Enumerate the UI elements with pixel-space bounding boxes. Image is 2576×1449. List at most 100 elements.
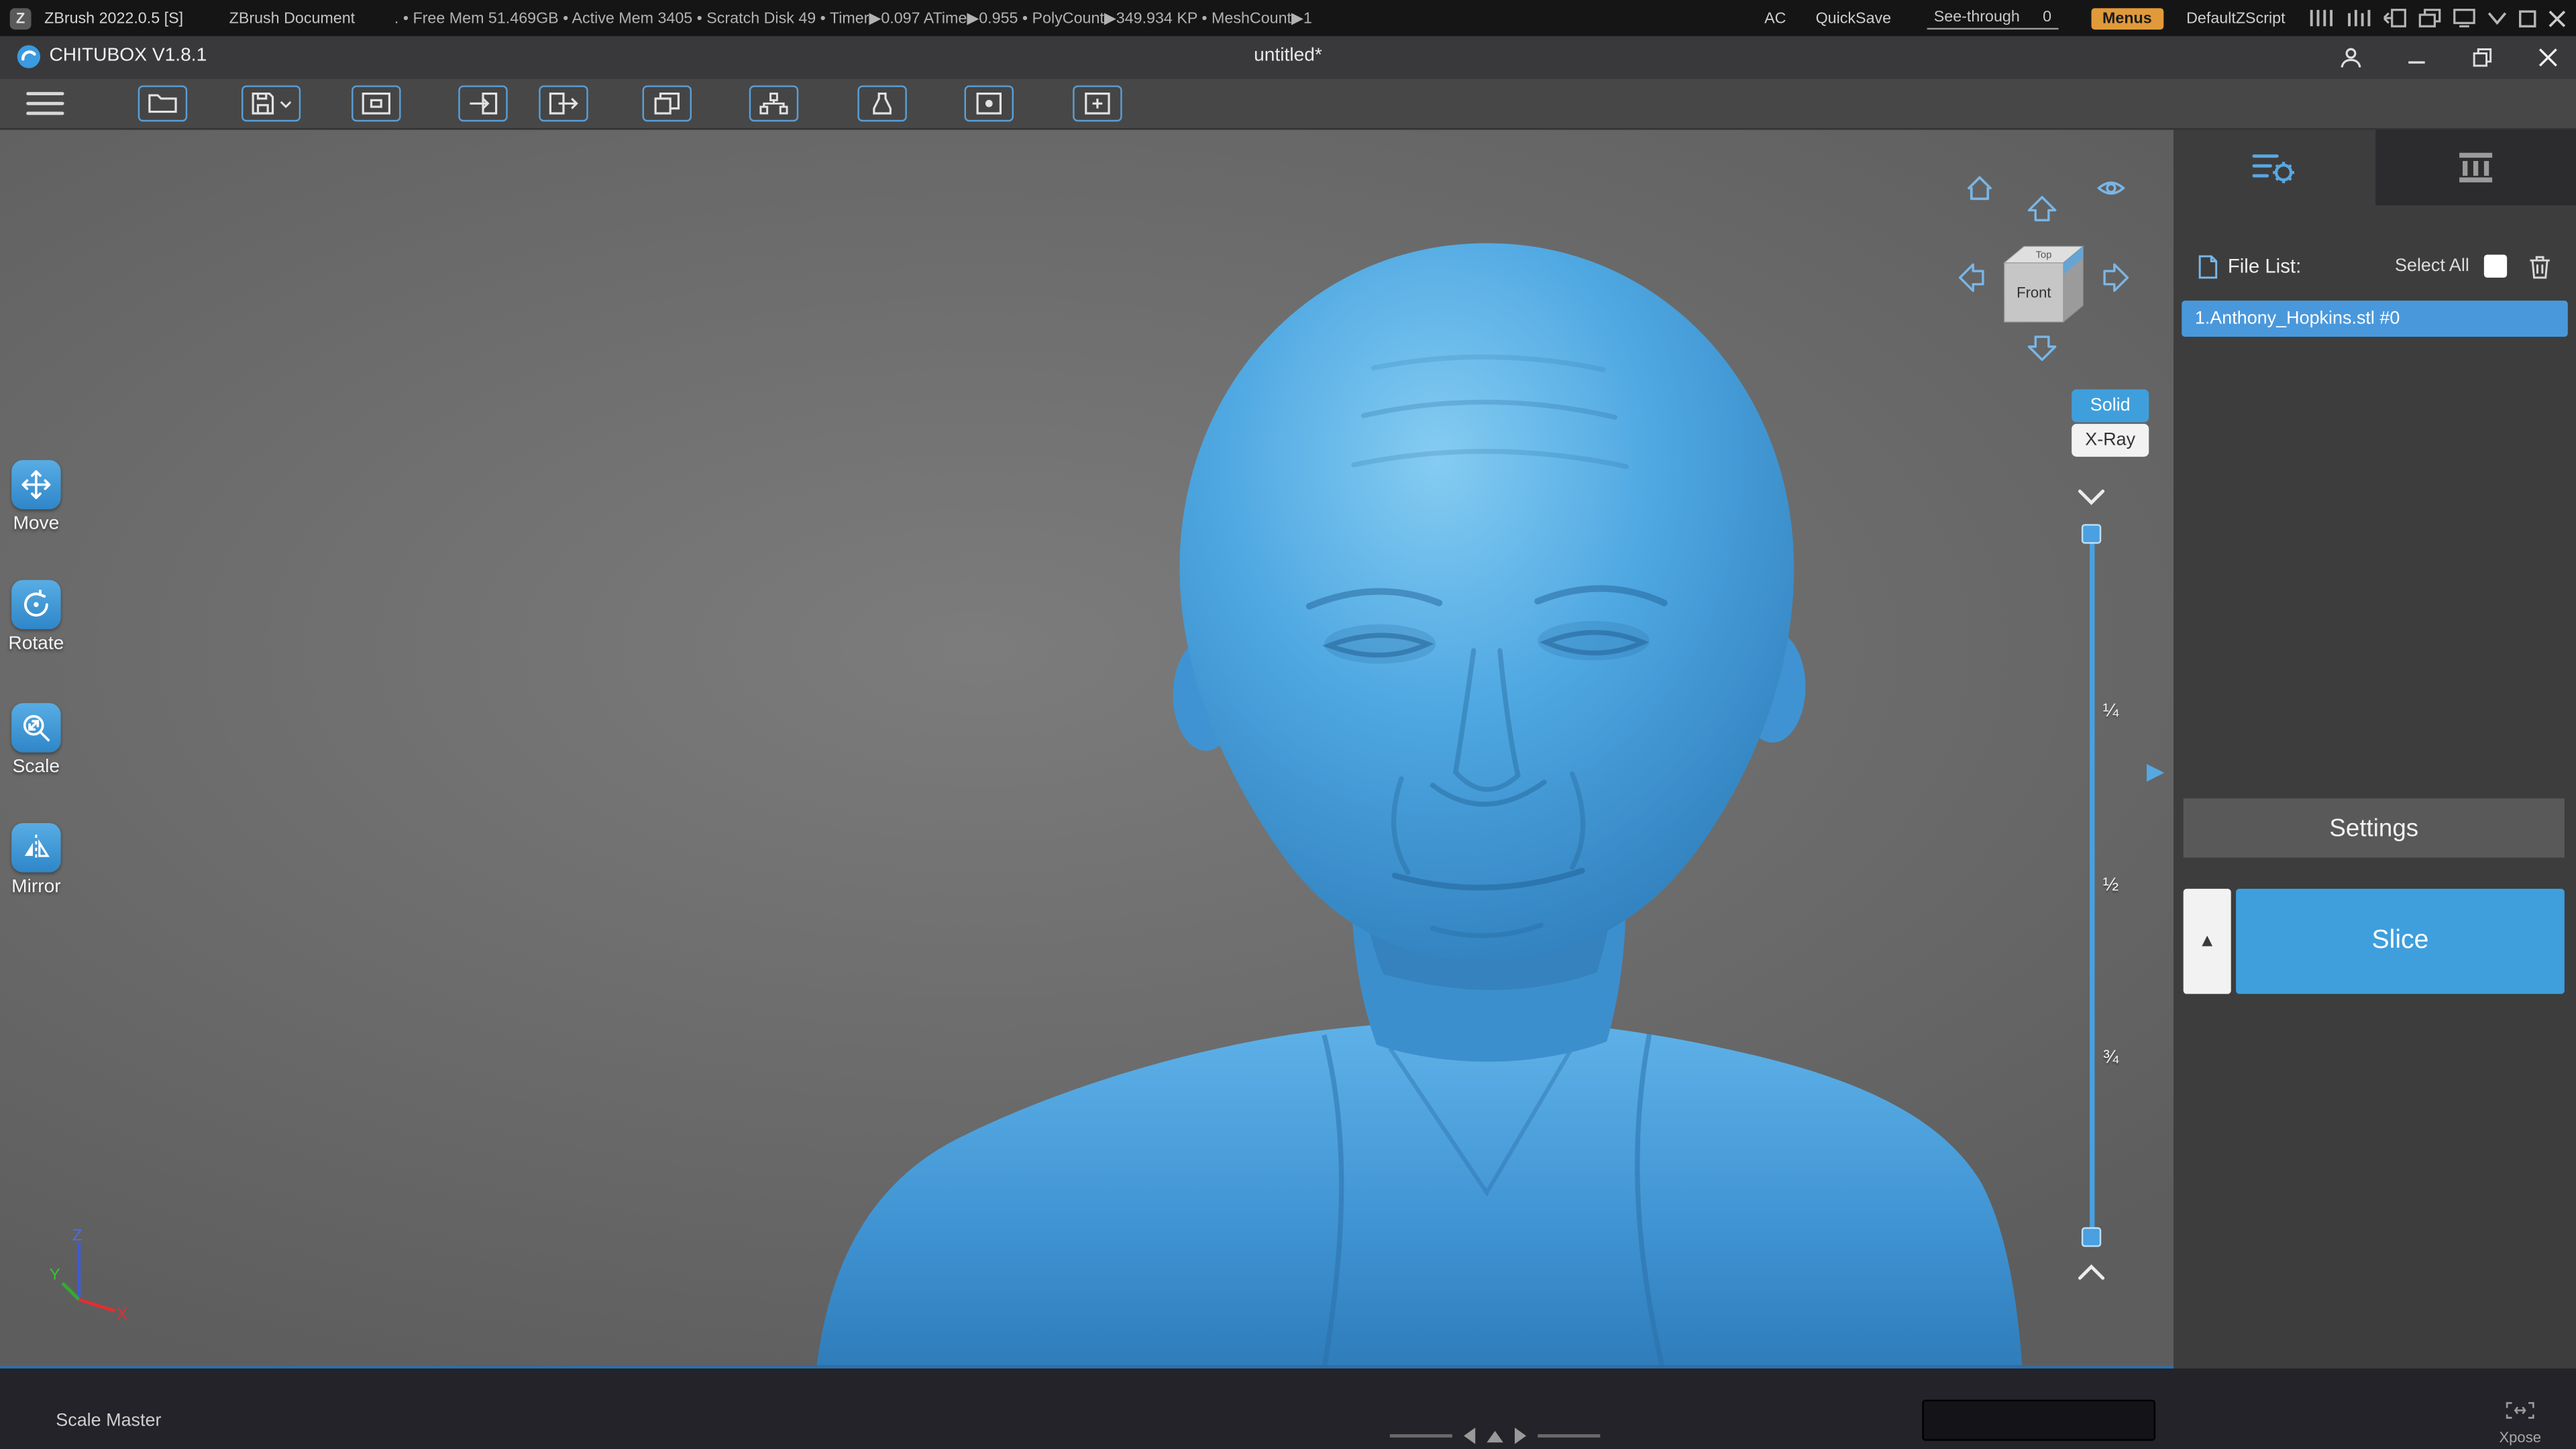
minimize-chevron-icon[interactable] <box>2487 11 2507 25</box>
save-button[interactable] <box>241 85 301 122</box>
layers-icon[interactable] <box>2418 8 2441 28</box>
fit-icon <box>362 92 391 115</box>
rotate-right-arrow-button[interactable] <box>2103 263 2129 292</box>
dig-hole-button[interactable] <box>1073 85 1122 122</box>
slice-preview-slider-track[interactable] <box>2090 533 2095 1240</box>
slice-button[interactable]: Slice <box>2236 888 2565 994</box>
move-icon <box>11 460 61 510</box>
render-mode-solid-button[interactable]: Solid <box>2072 389 2149 423</box>
open-file-button[interactable] <box>138 85 188 122</box>
settings-button[interactable]: Settings <box>2183 798 2565 858</box>
zbrush-app-title: ZBrush 2022.0.5 [S] <box>44 9 184 28</box>
zbrush-titlebar: Z ZBrush 2022.0.5 [S] ZBrush Document . … <box>0 0 2576 36</box>
import-doc-icon[interactable] <box>2383 8 2406 28</box>
view-cube[interactable]: Top Front <box>1998 240 2090 332</box>
tool-move[interactable]: Move <box>0 460 72 534</box>
tool-mirror[interactable]: Mirror <box>0 822 72 898</box>
box-dot-icon <box>976 92 1002 115</box>
window-close-button[interactable] <box>2533 43 2563 72</box>
menus-button[interactable]: Menus <box>2090 7 2163 29</box>
tool-mirror-label: Mirror <box>11 877 61 898</box>
see-through-slider[interactable]: See-through 0 <box>1927 7 2058 29</box>
select-all-checkbox[interactable] <box>2483 254 2508 278</box>
slider-quarter-label: ¼ <box>2102 701 2119 722</box>
undo-button[interactable] <box>458 85 508 122</box>
zbrush-tray-panel <box>1922 1399 2156 1441</box>
copy-icon <box>654 92 680 115</box>
right-panel: File List: Select All 1.Anthony_Hopkins.… <box>2174 128 2576 1369</box>
rotate-left-arrow-button[interactable] <box>1958 263 1984 292</box>
delete-files-button[interactable] <box>2528 254 2551 278</box>
screen: Z ZBrush 2022.0.5 [S] ZBrush Document . … <box>0 0 2576 1449</box>
mirror-icon <box>11 822 61 873</box>
zbrush-bottom-bar: Scale Master Xpose <box>0 1368 2576 1449</box>
zbrush-ac-button[interactable]: AC <box>1764 9 1786 27</box>
slice-settings-icon <box>2253 153 2295 182</box>
monitor-icon[interactable] <box>2453 8 2475 28</box>
view-cube-top-label: Top <box>2036 250 2052 260</box>
zbrush-quicksave-button[interactable]: QuickSave <box>1816 9 1892 27</box>
chitubox-titlebar: CHITUBOX V1.8.1 untitled* <box>0 36 2576 79</box>
home-view-button[interactable] <box>1965 174 1994 203</box>
fit-view-button[interactable] <box>352 85 401 122</box>
view-cube-front-label: Front <box>2017 284 2051 301</box>
bottle-icon <box>873 92 892 115</box>
see-through-value: 0 <box>2043 7 2052 25</box>
menu-button[interactable] <box>26 92 64 115</box>
tray-up-arrow-icon[interactable] <box>1487 1430 1503 1442</box>
tray-divider[interactable] <box>1389 1428 1601 1444</box>
panel-collapse-button[interactable]: ▶ <box>2137 743 2174 798</box>
scale-icon <box>11 703 61 753</box>
main-toolbar <box>0 78 2576 130</box>
tab-support[interactable] <box>2375 128 2576 205</box>
zbrush-stats: . • Free Mem 51.469GB • Active Mem 3405 … <box>394 9 1312 28</box>
perspective-toggle-button[interactable] <box>2096 176 2126 201</box>
copy-button[interactable] <box>642 85 692 122</box>
axis-gizmo: Z Y X <box>49 1226 127 1320</box>
user-icon <box>2341 48 2361 68</box>
account-button[interactable] <box>2336 43 2365 72</box>
resin-button[interactable] <box>857 85 907 122</box>
arrow-into-box-icon <box>470 92 498 115</box>
rotate-down-arrow-button[interactable] <box>2027 335 2057 362</box>
scale-master-label[interactable]: Scale Master <box>56 1411 161 1431</box>
tray-left-arrow-icon[interactable] <box>1464 1428 1476 1444</box>
slider-handle-bottom[interactable] <box>2081 1227 2102 1247</box>
file-list-item[interactable]: 1.Anthony_Hopkins.stl #0 <box>2182 301 2568 337</box>
hollow-button[interactable] <box>964 85 1014 122</box>
window-restore-button[interactable] <box>2467 43 2497 72</box>
tool-scale[interactable]: Scale <box>0 703 72 777</box>
axis-z-label: Z <box>72 1226 83 1244</box>
window-minimize-button[interactable] <box>2402 43 2431 72</box>
tray-line <box>1538 1434 1601 1438</box>
xpose-button[interactable]: Xpose <box>2481 1398 2560 1446</box>
model-anthony-hopkins[interactable] <box>0 128 2174 1368</box>
tablet-pressure-icon-2[interactable] <box>2346 8 2372 28</box>
axis-x-label: X <box>117 1305 127 1320</box>
support-icon <box>2459 152 2492 182</box>
slider-step-up-button[interactable] <box>2077 1263 2106 1283</box>
redo-button[interactable] <box>539 85 588 122</box>
maximize-icon[interactable] <box>2518 9 2536 27</box>
close-icon[interactable] <box>2548 9 2566 27</box>
box-cross-icon <box>1085 92 1110 115</box>
model-viewport[interactable]: Move Rotate Scale Mirror Top Front Solid… <box>0 128 2174 1369</box>
slice-options-button[interactable]: ▲ <box>2183 888 2231 994</box>
arrow-out-of-box-icon <box>549 92 578 115</box>
default-zscript-button[interactable]: DefaultZScript <box>2186 9 2285 27</box>
rotate-icon <box>11 580 61 629</box>
slice-row: ▲ Slice <box>2183 888 2565 994</box>
tool-rotate[interactable]: Rotate <box>0 580 72 654</box>
tray-right-arrow-icon[interactable] <box>1514 1428 1527 1444</box>
rotate-up-arrow-button[interactable] <box>2027 195 2057 221</box>
auto-layout-button[interactable] <box>749 85 799 122</box>
tool-move-label: Move <box>13 514 60 534</box>
select-all-label: Select All <box>2395 256 2469 276</box>
tablet-pressure-icon[interactable] <box>2308 8 2334 28</box>
zbrush-logo-icon: Z <box>9 7 32 29</box>
render-mode-xray-button[interactable]: X-Ray <box>2072 423 2149 457</box>
slider-handle-top[interactable] <box>2081 524 2102 544</box>
panel-tabs <box>2174 128 2576 206</box>
slider-step-down-button[interactable] <box>2077 486 2106 506</box>
tab-slice-settings[interactable] <box>2174 128 2375 206</box>
